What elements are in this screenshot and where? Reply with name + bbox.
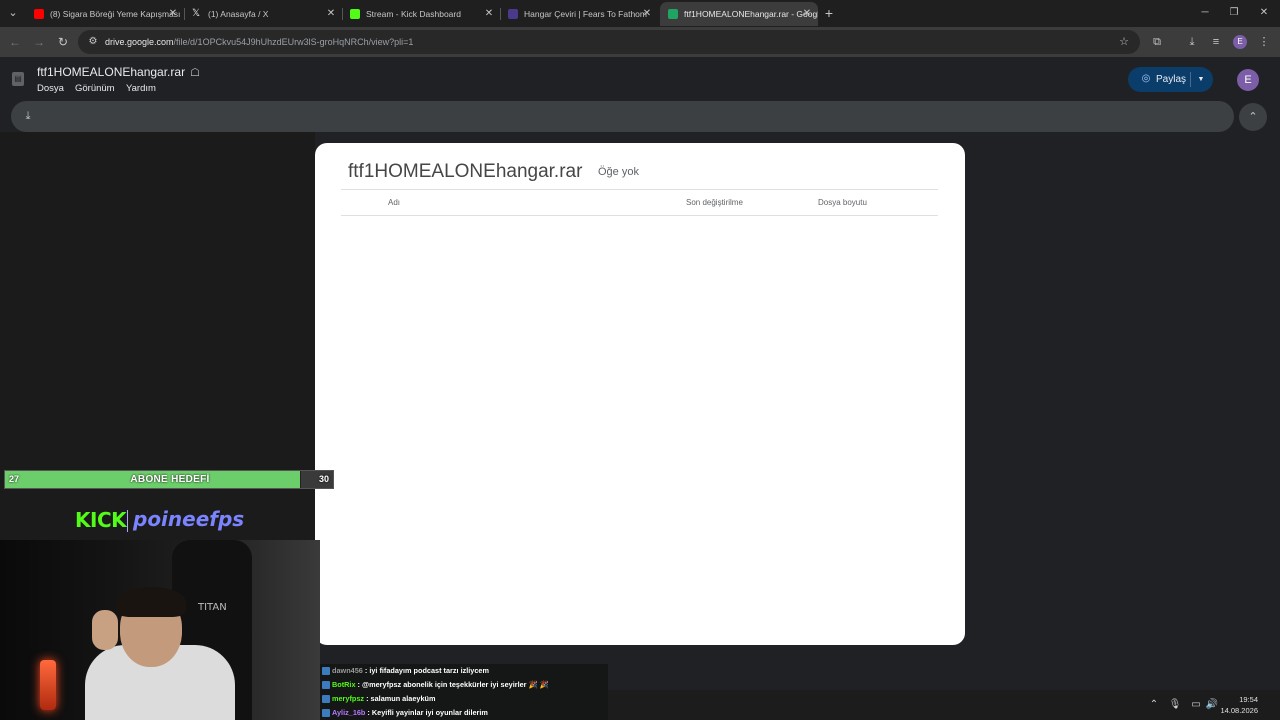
column-size[interactable]: Dosya boyutu [818,198,867,207]
chat-badge-icon [322,667,330,675]
url-text: drive.google.com/file/d/1OPCkvu54J9hUhzd… [105,37,414,47]
x-icon: 𝕏 [192,8,201,19]
tab-close-icon[interactable]: ✕ [326,2,336,26]
share-divider [1190,72,1191,87]
chevron-down-icon[interactable]: ▼ [1195,67,1207,92]
chat-badge-icon [322,695,330,703]
media-icon[interactable]: ≡ [1208,34,1224,50]
tab-x[interactable]: 𝕏 (1) Anasayfa / X ✕ [184,2,342,26]
address-bar[interactable]: ⚙ drive.google.com/file/d/1OPCkvu54J9hUh… [78,30,1140,54]
streamer-username: poineefps [133,507,245,531]
chevron-up-icon[interactable]: ⌃ [1239,103,1267,131]
drive-icon [668,9,678,19]
clock-time: 19:54 [1239,695,1258,704]
tab-label: Hangar Çeviri | Fears To Fathom [524,9,647,19]
chair-brand: TITAN [198,602,227,613]
divider [341,215,938,216]
download-icon[interactable]: ⤓ [1184,34,1200,50]
reload-icon[interactable]: ↻ [55,34,71,50]
forward-icon[interactable]: → [31,34,47,50]
tab-label: ftf1HOMEALONEhangar.rar - Google Drive [684,9,818,19]
tab-google-drive[interactable]: ftf1HOMEALONEhangar.rar - Google Drive ✕ [660,2,818,26]
tab-label: Stream - Kick Dashboard [366,9,461,19]
microphone-icon[interactable]: 🎙 [1168,698,1182,712]
new-tab-button[interactable]: + [822,5,836,21]
tab-close-icon[interactable]: ✕ [642,2,652,26]
youtube-icon [34,9,44,19]
tray-chevron-icon[interactable]: ⌃ [1147,698,1161,712]
shared-status-icon[interactable]: ☖ [188,66,202,80]
account-avatar[interactable]: E [1237,69,1259,91]
menu-file[interactable]: Dosya [37,83,64,94]
goal-progress-fill [5,471,301,488]
restore-icon[interactable]: ❐ [1226,5,1242,21]
globe-icon: ◎ [1141,73,1151,84]
goal-current: 27 [9,474,20,484]
webcam-feed: TITAN [0,540,320,720]
taskbar-clock[interactable]: 19:54 14.08.2026 [1220,694,1258,716]
drive-header: ▤ ftf1HOMEALONEhangar.rar ☖ Dosya Görünü… [0,57,1280,101]
archive-viewer: ftf1HOMEALONEhangar.rar Öğe yok Adı Son … [315,143,965,645]
brand-separator [127,510,128,532]
tab-search-icon[interactable]: ⌄ [4,5,22,21]
taskbar: ⌃ 🎙 ▭ 🔊 19:54 14.08.2026 [608,690,1280,720]
tab-label: (8) Sigara Böreği Yeme Kapışması [50,9,181,19]
download-file-icon[interactable]: ⤓ [21,109,35,123]
network-icon[interactable]: ▭ [1189,698,1203,712]
share-button[interactable]: ◎ Paylaş ▼ [1128,67,1213,92]
site-info-icon[interactable]: ⚙ [86,35,100,49]
subscriber-goal-bar: 27 ABONE HEDEFİ 30 [4,470,334,489]
streamer-hair [116,587,186,617]
lamp-light [40,660,56,710]
minimize-icon[interactable]: ─ [1197,5,1213,21]
kick-icon [350,9,360,19]
browser-toolbar: ← → ↻ ⚙ drive.google.com/file/d/1OPCkvu5… [0,27,1280,57]
item-count: Öğe yok [598,166,639,178]
bookmark-star-icon[interactable]: ☆ [1116,34,1132,50]
archive-file-icon: ▤ [12,72,24,86]
action-bar: ⤓ [11,101,1234,132]
tab-hangar[interactable]: Hangar Çeviri | Fears To Fathom ✕ [500,2,658,26]
tab-bar: ⌄ (8) Sigara Böreği Yeme Kapışması ✕ 𝕏 (… [0,0,1280,27]
file-title: ftf1HOMEALONEhangar.rar [37,65,186,79]
divider [341,189,938,190]
hangar-icon [508,9,518,19]
chat-badge-icon [322,681,330,689]
tab-kick-dashboard[interactable]: Stream - Kick Dashboard ✕ [342,2,500,26]
tab-close-icon[interactable]: ✕ [168,2,178,26]
back-icon[interactable]: ← [7,34,23,50]
goal-target: 30 [318,474,329,484]
volume-icon[interactable]: 🔊 [1205,698,1219,712]
tab-close-icon[interactable]: ✕ [484,2,494,26]
streamer-hand [92,610,118,650]
chat-overlay: dawn456 : iyi fifadayım podcast tarzı iz… [320,664,608,720]
tab-close-icon[interactable]: ✕ [802,2,812,26]
share-label: Paylaş [1156,74,1187,85]
menu-view[interactable]: Görünüm [75,83,115,94]
column-modified[interactable]: Son değiştirilme [686,198,743,207]
tab-youtube[interactable]: (8) Sigara Böreği Yeme Kapışması ✕ [26,2,184,26]
close-window-icon[interactable]: ✕ [1256,5,1272,21]
profile-avatar[interactable]: E [1233,35,1247,49]
extensions-icon[interactable]: ⧉ [1149,34,1165,50]
clock-date: 14.08.2026 [1220,706,1258,715]
viewer-title: ftf1HOMEALONEhangar.rar [348,161,583,182]
chat-badge-icon [322,709,330,717]
kebab-menu-icon[interactable]: ⋮ [1256,34,1272,50]
tab-label: (1) Anasayfa / X [208,9,269,19]
column-name[interactable]: Adı [388,198,400,207]
menu-help[interactable]: Yardım [126,83,156,94]
kick-logo: KICK [75,508,127,532]
